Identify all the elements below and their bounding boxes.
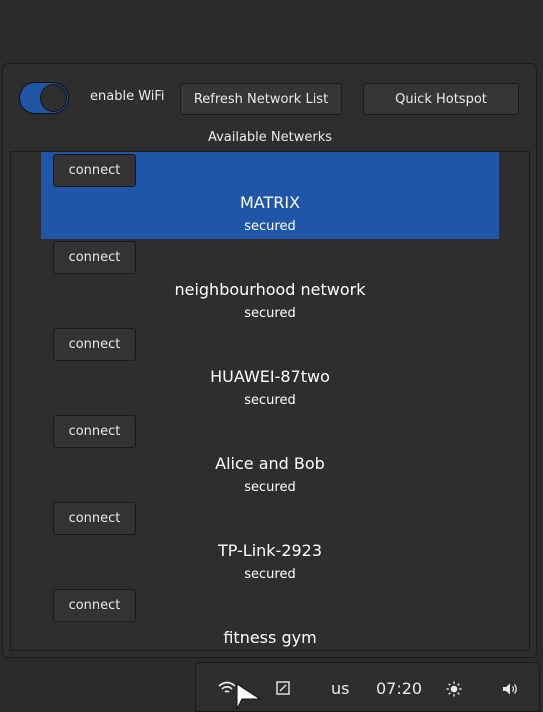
network-item-huawei[interactable]: connect HUAWEI-87two secured xyxy=(41,326,499,413)
keyboard-layout-indicator[interactable]: us xyxy=(331,679,349,698)
refresh-network-list-button[interactable]: Refresh Network List xyxy=(180,83,342,115)
brightness-icon[interactable] xyxy=(446,681,462,697)
network-security: secured xyxy=(244,219,296,234)
quick-hotspot-button[interactable]: Quick Hotspot xyxy=(363,83,519,115)
network-ssid: TP-Link-2923 xyxy=(217,541,323,560)
network-ssid: neighbourhood network xyxy=(174,280,366,299)
network-list[interactable]: connect MATRIX secured connect neighbour… xyxy=(10,151,530,651)
notes-icon[interactable] xyxy=(276,681,290,695)
network-item-tp-link[interactable]: connect TP-Link-2923 secured xyxy=(41,500,499,587)
network-item-neighbourhood[interactable]: connect neighbourhood network secured xyxy=(41,239,499,326)
volume-icon[interactable] xyxy=(502,682,519,696)
network-ssid: fitness gym xyxy=(223,628,317,647)
toggle-knob[interactable] xyxy=(40,84,67,112)
network-ssid: Alice and Bob xyxy=(215,454,325,473)
network-security: secured xyxy=(244,480,296,495)
taskbar: us 07:20 xyxy=(195,662,540,712)
network-ssid: MATRIX xyxy=(239,193,301,212)
network-security: secured xyxy=(244,306,296,321)
network-security: secured xyxy=(244,567,296,582)
network-item-alice-and-bob[interactable]: connect Alice and Bob secured xyxy=(41,413,499,500)
clock[interactable]: 07:20 xyxy=(376,679,422,698)
network-item-matrix[interactable]: connect MATRIX secured xyxy=(41,152,499,239)
connect-button[interactable]: connect xyxy=(53,502,136,535)
connect-button[interactable]: connect xyxy=(53,154,136,187)
wifi-icon[interactable] xyxy=(218,681,236,695)
connect-button[interactable]: connect xyxy=(53,415,136,448)
network-security: secured xyxy=(244,393,296,408)
connect-button[interactable]: connect xyxy=(53,241,136,274)
mouse-cursor-icon xyxy=(236,683,262,711)
connect-button[interactable]: connect xyxy=(53,589,136,622)
network-item-fitness-gym[interactable]: connect fitness gym xyxy=(41,587,499,650)
network-ssid: HUAWEI-87two xyxy=(210,367,330,386)
connect-button[interactable]: connect xyxy=(53,328,136,361)
enable-wifi-label: enable WiFi xyxy=(90,89,165,104)
wifi-toggle[interactable] xyxy=(19,82,69,114)
available-networks-title: Available Netwerks xyxy=(207,130,333,145)
